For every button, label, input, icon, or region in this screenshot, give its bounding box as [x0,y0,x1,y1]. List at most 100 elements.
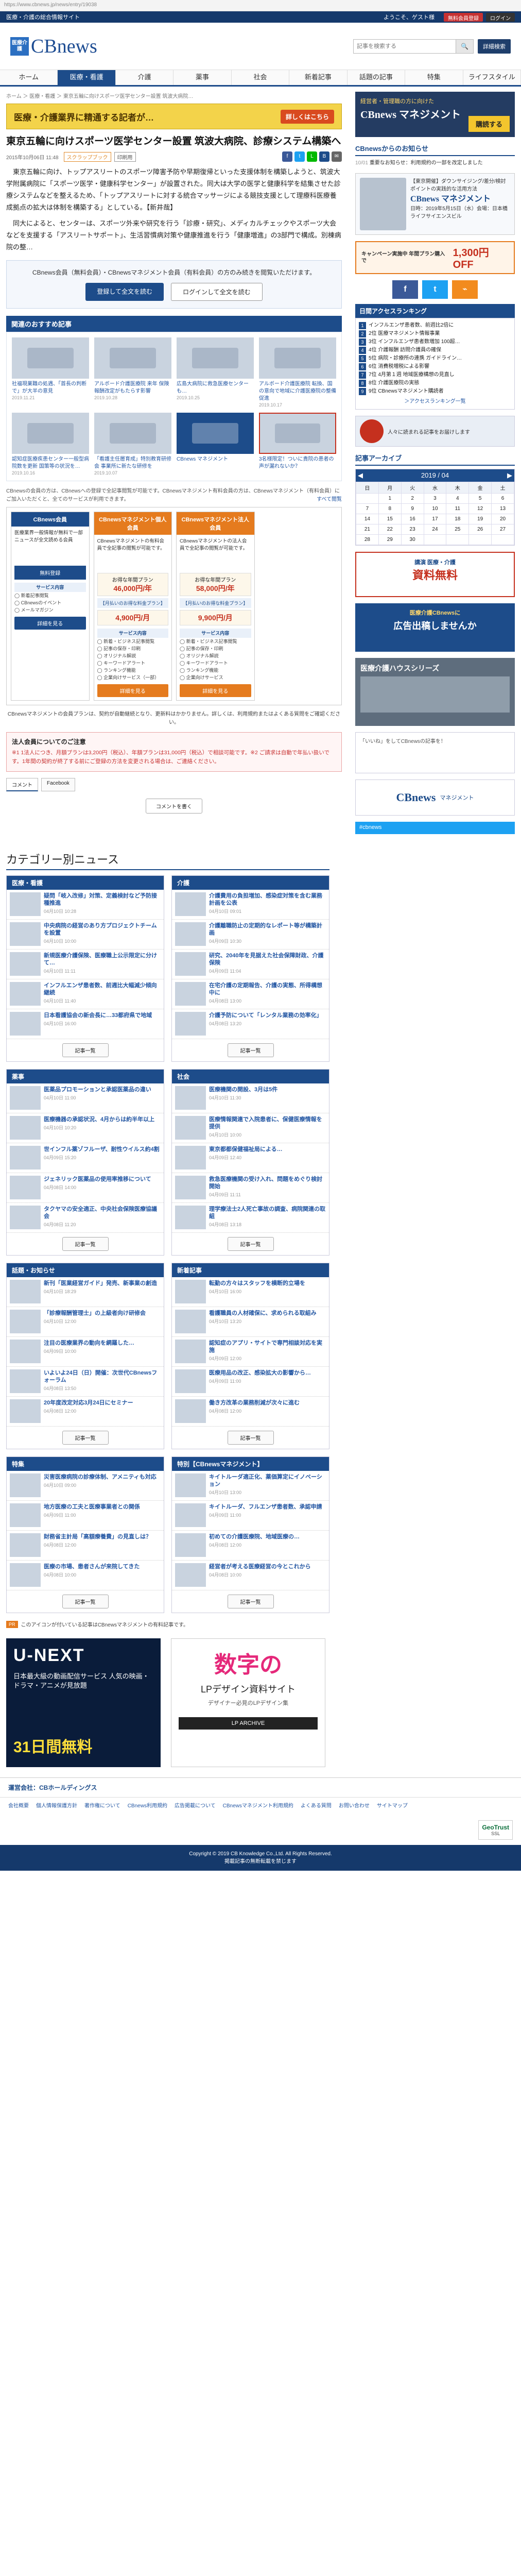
category-block-heading[interactable]: 特別【CBnewsマネジメント】 [172,1457,329,1471]
category-item[interactable]: 地方医療の工夫と医療事業者との関係 04月09日 11:00 [7,1501,164,1531]
recommend-ad[interactable]: 3名様限定！ついに貴院の患者の声が漏れないか？ [259,413,336,476]
category-item[interactable]: インフルエンザ患者数、前週比大幅減少傾向継続 04月10日 11:40 [7,979,164,1009]
lp-ad[interactable]: 数字の LPデザイン資料サイト デザイナー必見のLPデザイン集 LP ARCHI… [171,1638,325,1767]
info-item[interactable]: 10/01 重要なお知らせ：利用規約の一部を改定しました [355,159,515,167]
category-block-heading[interactable]: 話題・お知らせ [7,1263,164,1277]
calendar-day[interactable]: 9 [401,503,424,514]
calendar-day[interactable]: 5 [468,493,492,504]
calendar-day[interactable]: 14 [356,514,379,524]
ranking-more-link[interactable]: ＞アクセスランキング一覧 [359,398,511,406]
ranking-item[interactable]: 6 6位 消費税増税による影響 [359,363,511,371]
campaign-ad[interactable]: キャンペーン実施中 年間プラン購入で 1,300円OFF [355,241,515,274]
side-ad-materials[interactable]: 講演 医療・介護 資料無料 [355,552,515,597]
mini-banner[interactable]: 人々に読まれる記事をお届けします [355,416,515,447]
category-more-button[interactable]: 記事一覧 [227,1595,274,1608]
category-item[interactable]: 災害医療病院の診療体制、アメニティも対応 04月10日 09:00 [7,1471,164,1501]
category-item[interactable]: 介護費用の負担増加、感染症対策を含む業務計画を公表 04月10日 09:01 [172,890,329,920]
bookmark-icon[interactable]: B [319,151,329,162]
register-button[interactable]: 無料会員登録 [444,12,483,22]
category-item[interactable]: 20年度改定対応3月24日にセミナー 04月08日 12:00 [7,1397,164,1427]
category-item[interactable]: 新規医療介護保険、医療職上公示限定に分けて… 04月10日 11:11 [7,950,164,979]
category-item[interactable]: タクヤマの安全適正、中央社会保険医療協議会 04月08日 11:20 [7,1203,164,1233]
category-item[interactable]: 救急医療機関の受け入れ、問題をめぐり検討開始 04月09日 11:11 [172,1173,329,1203]
calendar-day[interactable]: 3 [423,493,447,504]
category-more-button[interactable]: 記事一覧 [62,1237,109,1251]
line-icon[interactable]: L [307,151,317,162]
category-item[interactable]: キイトルーダ、フルエンザ患者数、承認申請 04月09日 11:00 [172,1501,329,1531]
category-item[interactable]: 転勤の方々はスタッフを横断的立場を 04月10日 16:00 [172,1277,329,1307]
plan-detail-button[interactable]: 詳細を見る [97,684,168,697]
calendar-day[interactable]: 23 [401,524,424,535]
nav-medical[interactable]: 医療・看護 [58,70,116,85]
calendar-day[interactable]: 16 [401,514,424,524]
login-button[interactable]: ログイン [486,12,515,22]
twitter-icon[interactable]: t [422,280,448,299]
footer-link[interactable]: 個人情報保護方針 [36,1802,77,1811]
category-item[interactable]: 在宅介護の定期報告、介護の実態、所得構想中に 04月08日 13:00 [172,979,329,1009]
nav-care[interactable]: 介護 [116,70,174,85]
category-item[interactable]: 初めての介護医療院、地域医療の… 04月08日 12:00 [172,1531,329,1561]
category-item[interactable]: 財務省主計局「高額療養費」の見直しは？ 04月08日 12:00 [7,1531,164,1561]
next-month-icon[interactable]: ▶ [507,471,512,480]
tab-facebook[interactable]: Facebook [41,778,75,791]
category-item[interactable]: 疑問「岐入改修」対策、定義検討など予防接種推進 04月10日 10:28 [7,890,164,920]
category-more-button[interactable]: 記事一覧 [62,1431,109,1445]
footer-link[interactable]: 会社概要 [8,1802,29,1811]
plan-detail-button[interactable]: 詳細を見る [180,684,251,697]
recommend-item[interactable]: 広島大病院に救急医療センターも… 2019.10.25 [177,337,254,408]
unext-ad[interactable]: U-NEXT 日本最大級の動画配信サービス 人気の映画・ドラマ・アニメが見放題 … [6,1638,161,1767]
login-read-button[interactable]: ログインして全文を読む [171,283,263,301]
search-icon[interactable]: 🔍 [456,39,474,54]
mail-icon[interactable]: ✉ [332,151,342,162]
category-item[interactable]: 東京都都保健福祉局による… 04月09日 12:40 [172,1143,329,1173]
nav-home[interactable]: ホーム [0,70,58,85]
ssl-badge[interactable]: GeoTrust SSL [478,1820,513,1840]
ranking-item[interactable]: 2 2位 医療マネジメント情報事業 [359,330,511,338]
category-item[interactable]: 世インフル薬ゾフルーザ、耐性ウイルス約4割 04月09日 15:20 [7,1143,164,1173]
calendar-day[interactable]: 21 [356,524,379,535]
category-item[interactable]: 医療の市場、患者さんが来院してきた 04月08日 10:00 [7,1561,164,1590]
calendar-day[interactable]: 24 [423,524,447,535]
facebook-icon[interactable]: f [392,280,418,299]
facebook-icon[interactable]: f [282,151,292,162]
category-item[interactable]: キイトルーダ適正化、薬価算定にイノベーション 04月10日 13:00 [172,1471,329,1501]
category-item[interactable]: 認知症のアプリ・サイトで専門相談対応を実施 04月09日 12:00 [172,1337,329,1367]
calendar-day[interactable]: 26 [468,524,492,535]
footer-link[interactable]: サイトマップ [377,1802,408,1811]
side-ad-management[interactable]: 経営者・管理職の方に向けた CBnews マネジメント 購読する [355,92,515,137]
facebook-widget[interactable]: 「いいね」をしてCBnewsの記事を！ [355,732,515,773]
twitter-icon[interactable]: t [294,151,305,162]
nav-lifestyle[interactable]: ライフスタイル [463,70,521,85]
plan-free-button[interactable]: 無料登録 [14,566,86,580]
category-item[interactable]: いよいよ24日（日）開催：次世代CBnewsフォーラム 04月08日 13:50 [7,1367,164,1397]
banner-button[interactable]: 詳しくはこちら [280,109,334,124]
calendar-day[interactable]: 29 [378,534,402,545]
category-more-button[interactable]: 記事一覧 [227,1237,274,1251]
site-logo[interactable]: 医療介護 CBnews [10,35,97,58]
category-more-button[interactable]: 記事一覧 [227,1043,274,1057]
calendar-day[interactable]: 6 [491,493,514,504]
recommend-item[interactable]: 「看護主任層育成」特別教育研修会 事業所に新たな研修を 2019.10.07 [94,413,171,476]
footer-link[interactable]: CBnewsマネジメント利用規約 [223,1802,293,1811]
prev-month-icon[interactable]: ◀ [358,471,363,480]
calendar-day[interactable]: 27 [491,524,514,535]
calendar-day[interactable]: 11 [446,503,470,514]
breadcrumb[interactable]: ホーム ＞ 医療・看護 ＞ 東京五輪に向けスポーツ医学センター設置 筑波大病院… [6,92,342,99]
category-item[interactable]: 医療機関の開設、3月は5件 04月10日 11:30 [172,1083,329,1113]
recommend-item[interactable]: 認知症医療疾患センター一般型病院数を更新 国策等の状況を… 2019.10.16 [12,413,89,476]
category-more-button[interactable]: 記事一覧 [62,1043,109,1057]
side-cm-banner[interactable]: CBnews マネジメント [355,779,515,816]
category-item[interactable]: 研究、2040年を見据えた社会保障財政、介護保険 04月09日 11:04 [172,950,329,979]
category-item[interactable]: 医薬品プロモーションと承認医薬品の違い 04月10日 11:00 [7,1083,164,1113]
seminar-ad[interactable]: 【東京開催】ダウンサイジング/差分/検討ポイントの実践的な活用方法 CBnews… [355,173,515,235]
category-item[interactable]: 日本看護協会の新会長に…33都府県で地域 04月10日 16:00 [7,1009,164,1039]
calendar-day[interactable]: 10 [423,503,447,514]
calendar-day[interactable]: 2 [401,493,424,504]
category-item[interactable]: 医療機器の承認状況、4月からは約半年以上 04月10日 10:20 [7,1113,164,1143]
rss-icon[interactable]: ⌁ [452,280,478,299]
scrap-button[interactable]: スクラップブック [63,151,111,162]
category-block-heading[interactable]: 特集 [7,1457,164,1471]
footer-link[interactable]: CBnews利用規約 [128,1802,167,1811]
write-comment-button[interactable]: コメントを書く [146,799,202,814]
calendar-day[interactable]: 4 [446,493,470,504]
